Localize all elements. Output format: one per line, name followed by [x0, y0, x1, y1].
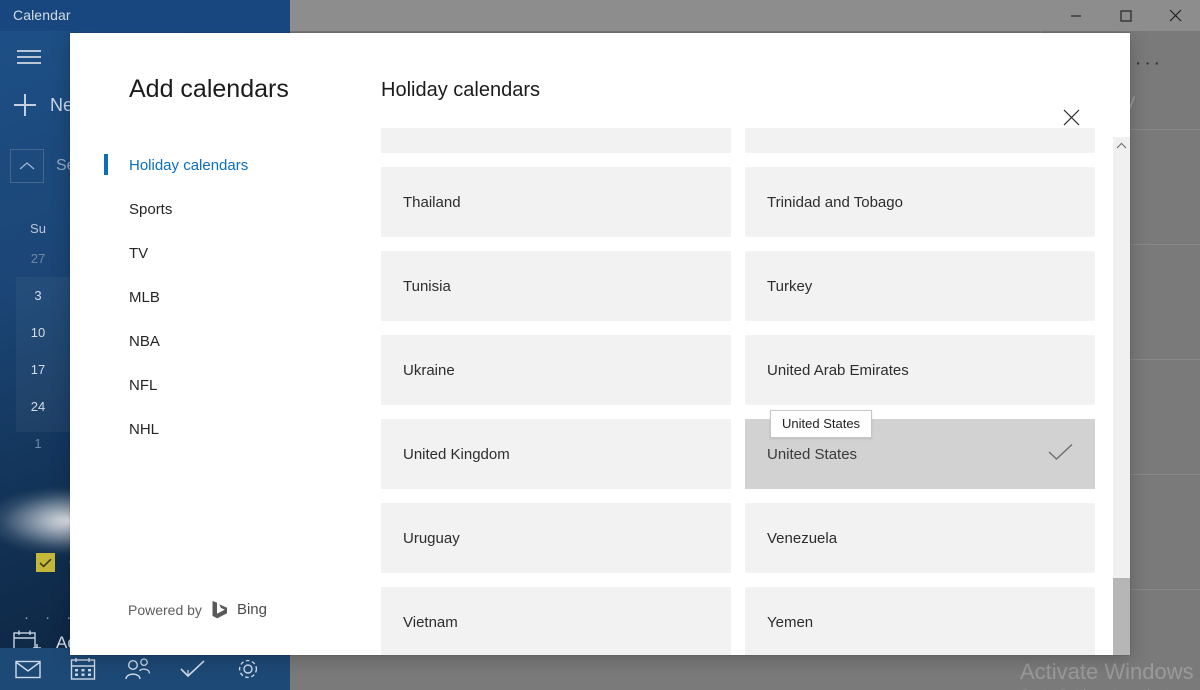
- activate-windows-watermark: Activate Windows Go to Settings to activ…: [1020, 659, 1200, 690]
- calendar-row[interactable]: Uruguay: [381, 503, 731, 573]
- window-titlebar: Calendar: [0, 0, 1200, 31]
- calendar-row[interactable]: Tunisia: [381, 251, 731, 321]
- calendar-row-label: Ukraine: [403, 361, 455, 379]
- calendar-row-label: Tunisia: [403, 277, 451, 295]
- calendar-list-grid: Thailand Trinidad and Tobago Tunisia Tur…: [381, 128, 1095, 655]
- powered-by-label: Powered by: [128, 601, 202, 618]
- close-icon: [1169, 9, 1182, 22]
- screen: Ne Se Su M 27 2 3 4: [0, 0, 1200, 690]
- active-marker: [104, 154, 108, 175]
- calendar-list: Thailand Trinidad and Tobago Tunisia Tur…: [381, 128, 1113, 655]
- month-header: Se: [10, 149, 76, 183]
- list-scrollbar[interactable]: [1113, 137, 1130, 655]
- nav-item-label: TV: [129, 244, 149, 262]
- nav-item-tv[interactable]: TV: [70, 231, 360, 275]
- calendar-row-label: Trinidad and Tobago: [767, 193, 903, 211]
- tooltip: United States: [770, 410, 873, 438]
- calendar-row-label: United Arab Emirates: [767, 361, 909, 379]
- watermark-line-2: Go to Settings to activate: [1020, 685, 1200, 690]
- dialog-title: Add calendars: [129, 75, 289, 103]
- nav-item-nhl[interactable]: NHL: [70, 407, 360, 451]
- scroll-up-button[interactable]: [1113, 137, 1130, 154]
- window-title: Calendar: [13, 7, 71, 23]
- dialog-category-nav: Holiday calendars Sports TV MLB NBA NFL …: [70, 143, 360, 451]
- calendar-row-label: United Kingdom: [403, 445, 510, 463]
- date-cell[interactable]: 27: [16, 251, 60, 266]
- calendar-row[interactable]: Vietnam: [381, 587, 731, 655]
- calendar-row-label: Yemen: [767, 613, 814, 631]
- calendar-row-label: Uruguay: [403, 529, 460, 547]
- calendar-row[interactable]: Venezuela: [745, 503, 1095, 573]
- nav-item-nfl[interactable]: NFL: [70, 363, 360, 407]
- date-cell[interactable]: 1: [16, 436, 60, 451]
- add-calendars-dialog: Add calendars Holiday calendars Holiday …: [70, 33, 1130, 655]
- date-cell[interactable]: 10: [16, 325, 60, 340]
- calendar-row-label: Vietnam: [403, 613, 458, 631]
- settings-icon[interactable]: [221, 657, 276, 681]
- nav-item-label: NFL: [129, 376, 158, 394]
- nav-item-label: NBA: [129, 332, 160, 350]
- watermark-line-1: Activate Windows: [1020, 659, 1194, 684]
- pane-title: Holiday calendars: [381, 79, 540, 101]
- calendar-row[interactable]: Ukraine: [381, 335, 731, 405]
- minimize-icon: [1070, 14, 1081, 17]
- calendar-icon[interactable]: [55, 657, 110, 681]
- calendar-row[interactable]: Turkey: [745, 251, 1095, 321]
- people-icon[interactable]: [110, 657, 165, 681]
- nav-item-label: MLB: [129, 288, 160, 306]
- chevron-up-icon: [1116, 142, 1127, 149]
- maximize-icon: [1119, 9, 1132, 22]
- close-icon: [1063, 109, 1079, 125]
- date-cell[interactable]: 3: [16, 288, 60, 303]
- tasks-icon[interactable]: [166, 658, 221, 680]
- nav-item-label: NHL: [129, 420, 160, 438]
- nav-item-label: Sports: [129, 200, 173, 218]
- nav-item-holiday-calendars[interactable]: Holiday calendars: [70, 143, 360, 187]
- checkmark-icon: [1048, 443, 1073, 465]
- calendar-row[interactable]: United Kingdom: [381, 419, 731, 489]
- calendar-row[interactable]: [381, 128, 731, 153]
- date-cell[interactable]: 24: [16, 399, 60, 414]
- plus-icon: [14, 94, 36, 116]
- calendar-row-label: Turkey: [767, 277, 813, 295]
- calendar-row[interactable]: Yemen: [745, 587, 1095, 655]
- nav-item-nba[interactable]: NBA: [70, 319, 360, 363]
- checkbox-checked-icon[interactable]: [36, 553, 55, 572]
- powered-by-bing: Powered by Bing: [128, 600, 267, 619]
- bing-label: Bing: [236, 601, 267, 618]
- close-button[interactable]: [1153, 0, 1198, 31]
- maximize-button[interactable]: [1103, 0, 1148, 31]
- minimize-button[interactable]: [1053, 0, 1098, 31]
- scrollbar-thumb[interactable]: [1113, 578, 1130, 655]
- more-options-button[interactable]: ···: [1135, 53, 1163, 75]
- chevron-up-icon: [19, 162, 35, 170]
- bing-logo-icon: [212, 601, 227, 619]
- mail-icon[interactable]: [0, 659, 55, 679]
- calendar-row[interactable]: Thailand: [381, 167, 731, 237]
- calendar-row-label: United States: [767, 445, 858, 463]
- nav-item-sports[interactable]: Sports: [70, 187, 360, 231]
- calendar-row[interactable]: Trinidad and Tobago: [745, 167, 1095, 237]
- calendar-row-label: Venezuela: [767, 529, 838, 547]
- date-cell[interactable]: 17: [16, 362, 60, 377]
- collapse-month-button[interactable]: [10, 149, 44, 183]
- calendar-row-label: Thailand: [403, 193, 461, 211]
- weekday-su: Su: [30, 221, 46, 236]
- nav-item-label: Holiday calendars: [129, 156, 249, 174]
- new-event-button[interactable]: Ne: [14, 94, 73, 116]
- calendar-row[interactable]: United Arab Emirates: [745, 335, 1095, 405]
- calendar-row[interactable]: [745, 128, 1095, 153]
- nav-item-mlb[interactable]: MLB: [70, 275, 360, 319]
- hamburger-icon[interactable]: [14, 44, 44, 70]
